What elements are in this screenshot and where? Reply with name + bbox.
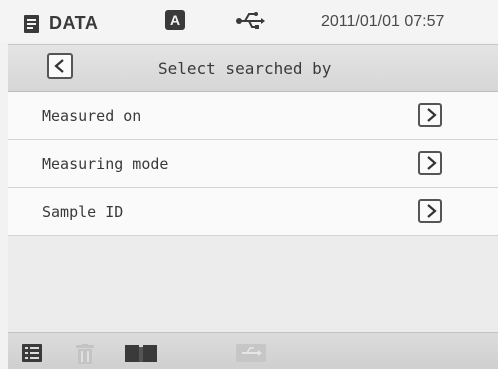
book-icon[interactable]	[125, 344, 157, 362]
auto-mode-icon: A	[165, 10, 185, 30]
open-measured-on-button[interactable]	[418, 103, 442, 127]
back-button[interactable]	[47, 53, 73, 79]
chevron-right-icon	[427, 156, 437, 170]
list-item-label: Sample ID	[42, 203, 124, 221]
chevron-right-icon	[427, 108, 437, 122]
datetime: 2011/01/01 07:57	[321, 13, 445, 30]
list-item-measured-on[interactable]: Measured on	[8, 92, 498, 140]
search-criteria-list: Measured on Measuring mode Sample ID	[8, 92, 498, 236]
usb-icon	[236, 12, 265, 29]
list-item-label: Measured on	[42, 107, 142, 125]
list-item-sample-id[interactable]: Sample ID	[8, 188, 498, 236]
open-measuring-mode-button[interactable]	[418, 151, 442, 175]
page-title: Select searched by	[158, 59, 332, 78]
list-item-label: Measuring mode	[42, 155, 169, 173]
chevron-right-icon	[427, 204, 437, 218]
open-sample-id-button[interactable]	[418, 199, 442, 223]
list-item-measuring-mode[interactable]: Measuring mode	[8, 140, 498, 188]
trash-icon[interactable]	[76, 344, 94, 364]
document-icon	[24, 15, 39, 33]
empty-area	[8, 236, 498, 332]
chevron-left-icon	[54, 59, 64, 73]
status-bar: DATA A 2011/01/01 07:57	[0, 0, 498, 42]
bottom-toolbar	[8, 332, 498, 369]
header-bar: Select searched by	[8, 44, 498, 92]
usb-transfer-icon[interactable]	[236, 344, 266, 362]
list-icon[interactable]	[22, 344, 42, 362]
mode-label: DATA	[49, 13, 99, 33]
